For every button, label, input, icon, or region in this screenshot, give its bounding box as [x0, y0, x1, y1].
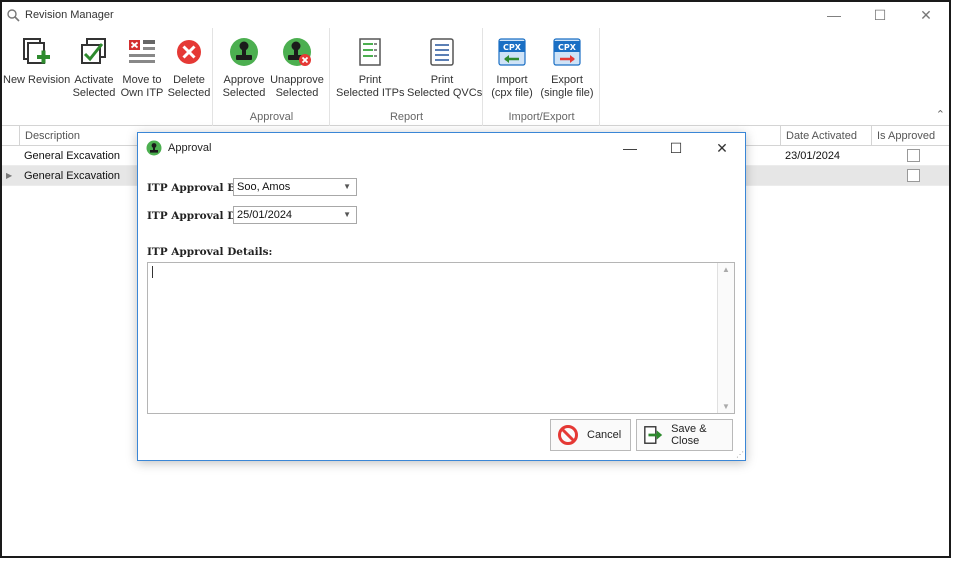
dialog-minimize-button[interactable]: — — [607, 133, 653, 163]
title-bar: Revision Manager — ☐ ✕ — [2, 2, 949, 28]
row-indicator-icon: ▶ — [6, 171, 13, 180]
is-approved-checkbox[interactable] — [907, 169, 920, 182]
minimize-button[interactable]: — — [811, 2, 857, 28]
print-selected-qvcs-button[interactable]: Print Selected QVCs — [407, 34, 482, 100]
cpx-import-icon: CPX — [498, 38, 526, 66]
ribbon: New Revision Activate Selected Move to O… — [2, 28, 949, 126]
is-approved-checkbox[interactable] — [907, 149, 920, 162]
row-description: General Excavation — [24, 170, 120, 182]
chevron-down-icon: ▼ — [343, 182, 351, 191]
activate-icon — [81, 38, 106, 64]
approve-stamp-icon — [146, 140, 162, 156]
scroll-up-icon[interactable]: ▲ — [718, 265, 734, 274]
maximize-button[interactable]: ☐ — [857, 2, 903, 28]
cpx-export-icon: CPX — [553, 38, 581, 66]
approval-by-combo[interactable]: Soo, Amos ▼ — [233, 178, 357, 196]
unapprove-stamp-icon — [283, 38, 311, 66]
activate-selected-button[interactable]: Activate Selected — [71, 34, 117, 100]
unapprove-selected-button[interactable]: Unapprove Selected — [270, 34, 324, 100]
details-scrollbar[interactable]: ▲ ▼ — [717, 263, 734, 413]
approval-by-label: ITP Approval By: — [147, 182, 234, 194]
approval-by-value: Soo, Amos — [237, 181, 291, 193]
approval-date-picker[interactable]: 25/01/2024 ▼ — [233, 206, 357, 224]
new-revision-icon — [23, 38, 50, 64]
ribbon-group-report: Print Selected ITPs Print Selected QVCs … — [331, 28, 483, 126]
save-close-button[interactable]: Save & Close — [636, 419, 733, 451]
move-icon — [129, 40, 155, 63]
cancel-button[interactable]: Cancel — [550, 419, 631, 451]
delete-icon — [177, 40, 201, 64]
row-date-activated — [780, 166, 785, 186]
print-qvc-icon — [430, 38, 454, 66]
export-single-file-button[interactable]: CPX Export (single file) — [539, 34, 595, 100]
column-header-date-activated[interactable]: Date Activated — [780, 126, 871, 146]
dialog-title-bar: Approval — ☐ ✕ — [138, 133, 745, 163]
ribbon-group-import-export: CPX Import (cpx file) CPX Export (single… — [484, 28, 600, 126]
magnifier-icon — [7, 9, 20, 22]
approval-date-label: ITP Approval Date: — [147, 210, 234, 222]
column-header-is-approved[interactable]: Is Approved — [871, 126, 949, 146]
window-title: Revision Manager — [25, 9, 114, 21]
print-itp-icon — [359, 38, 381, 66]
close-button[interactable]: ✕ — [903, 2, 949, 28]
svg-text:CPX: CPX — [558, 43, 577, 52]
save-close-label: Save & Close — [671, 423, 707, 447]
print-selected-itps-button[interactable]: Print Selected ITPs — [336, 34, 404, 100]
resize-grip-icon[interactable]: ⋰ — [736, 450, 744, 459]
new-revision-button[interactable]: New Revision — [3, 34, 70, 87]
row-description: General Excavation — [24, 150, 120, 162]
svg-text:CPX: CPX — [503, 43, 522, 52]
dialog-close-button[interactable]: ✕ — [699, 133, 745, 163]
approval-dialog: Approval — ☐ ✕ ITP Approval By: Soo, Amo… — [137, 132, 746, 461]
import-cpx-button[interactable]: CPX Import (cpx file) — [488, 34, 536, 100]
group-label-approval: Approval — [249, 111, 294, 123]
dialog-title: Approval — [168, 142, 212, 154]
approval-date-value: 25/01/2024 — [237, 209, 293, 221]
move-to-own-itp-button[interactable]: Move to Own ITP — [119, 34, 165, 100]
text-caret — [152, 266, 153, 278]
ribbon-group-approval: Approve Selected Unapprove Selected Appr… — [214, 28, 330, 126]
cancel-icon — [558, 425, 578, 445]
cancel-label: Cancel — [587, 429, 622, 441]
approval-details-label: ITP Approval Details: — [147, 246, 273, 258]
dialog-maximize-button[interactable]: ☐ — [653, 133, 699, 163]
save-exit-icon — [644, 426, 663, 444]
scroll-down-icon[interactable]: ▼ — [718, 402, 734, 411]
group-label-report: Report — [389, 111, 424, 123]
approval-details-textarea[interactable]: ▲ ▼ — [147, 262, 735, 414]
collapse-ribbon-button[interactable]: ⌃ — [936, 108, 945, 121]
approve-selected-button[interactable]: Approve Selected — [220, 34, 268, 100]
approve-stamp-icon — [230, 38, 258, 66]
ribbon-group-revision: New Revision Activate Selected Move to O… — [2, 28, 213, 126]
chevron-down-icon: ▼ — [343, 210, 351, 219]
row-date-activated: 23/01/2024 — [785, 150, 841, 162]
group-label-import-export: Import/Export — [508, 111, 575, 123]
delete-selected-button[interactable]: Delete Selected — [166, 34, 212, 100]
